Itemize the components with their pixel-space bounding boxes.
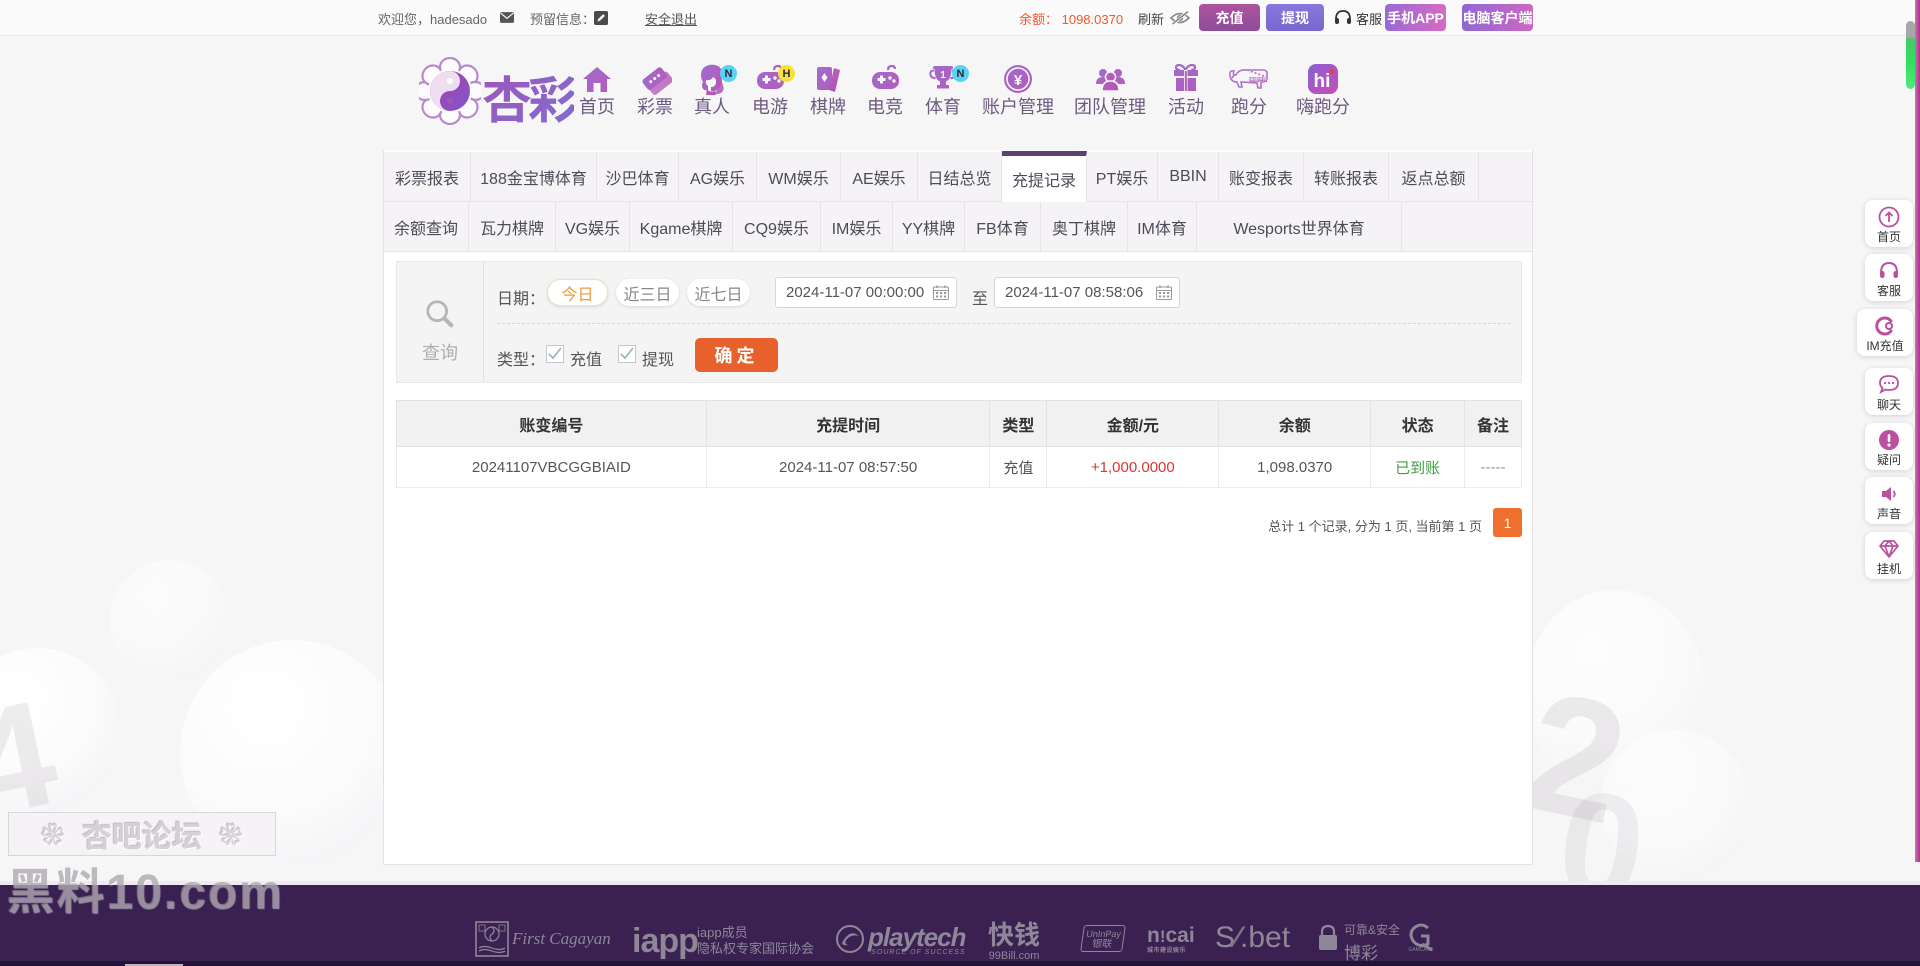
svg-text:¥: ¥ bbox=[1014, 72, 1023, 89]
svg-text:hi: hi bbox=[1314, 71, 1331, 92]
svg-text:1: 1 bbox=[940, 70, 946, 81]
svg-text:拼搏世界: 拼搏世界 bbox=[1249, 76, 1267, 83]
svg-text:GAMCARE: GAMCARE bbox=[1408, 947, 1434, 952]
